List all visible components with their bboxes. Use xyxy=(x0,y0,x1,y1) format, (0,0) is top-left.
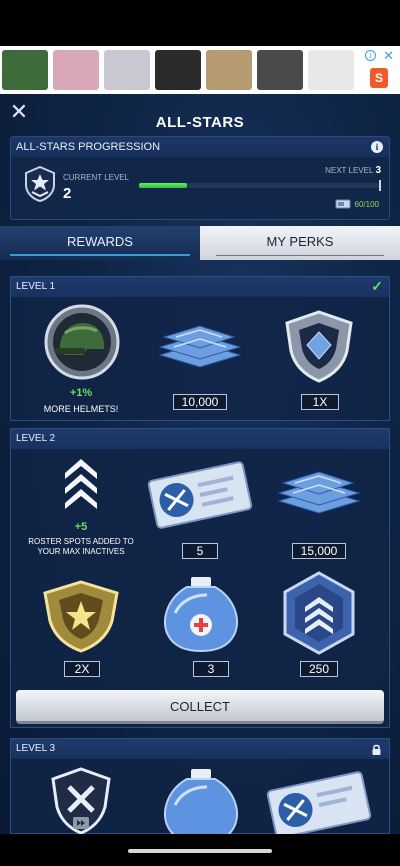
xp-ticket-icon xyxy=(335,199,351,209)
tab-rewards[interactable]: REWARDS xyxy=(0,226,200,260)
xp-counter: 60/100 xyxy=(335,199,379,209)
page-title: ALL-STARS xyxy=(155,114,245,131)
tab-bar: REWARDS MY PERKS xyxy=(0,226,400,260)
cash-stack-icon xyxy=(277,471,361,514)
reward-quantity: 15,000 xyxy=(292,543,346,559)
next-level-label: NEXT LEVEL xyxy=(325,166,374,175)
level-2-card: LEVEL 2 +5 ROSTER SPOTS ADDED TO YOUR MA… xyxy=(10,428,390,728)
ice-pack-icon xyxy=(164,577,238,653)
lock-icon xyxy=(372,744,381,755)
level-title: LEVEL 3 xyxy=(11,739,389,759)
reward-quantity: 10,000 xyxy=(173,394,227,410)
level-progress-bar xyxy=(139,180,381,191)
level-title: LEVEL 2 xyxy=(11,429,389,449)
rank-badge-icon xyxy=(283,571,355,655)
ad-product-thumb[interactable] xyxy=(2,50,48,90)
shop-logo-icon[interactable]: S xyxy=(370,68,388,88)
all-stars-badge-icon xyxy=(25,165,55,203)
reward-quantity: 250 xyxy=(300,661,338,677)
scout-shield-icon xyxy=(51,767,111,834)
progress-bar-end xyxy=(379,180,381,191)
rank-chevrons-icon xyxy=(65,459,97,509)
tab-my-perks[interactable]: MY PERKS xyxy=(200,226,400,260)
ad-banner[interactable]: i ✕ S xyxy=(0,46,400,94)
progression-panel: ALL-STARS PROGRESSION i CURRENT LEVEL 2 … xyxy=(10,136,390,220)
next-level-value: 3 xyxy=(375,165,381,176)
level-progress-fill xyxy=(139,183,187,188)
ice-pack-icon xyxy=(164,769,238,834)
next-level: NEXT LEVEL 3 xyxy=(325,165,381,176)
ticket-icon xyxy=(147,461,253,529)
level-title: LEVEL 1 xyxy=(11,277,389,297)
info-icon[interactable]: i xyxy=(371,141,383,153)
perk-value: +5 xyxy=(74,521,88,533)
reward-quantity: 3 xyxy=(193,661,229,677)
ad-product-thumb[interactable] xyxy=(155,50,201,90)
progression-title: ALL-STARS PROGRESSION xyxy=(11,137,389,157)
perk-value: +1% xyxy=(69,387,93,399)
silver-shield-icon xyxy=(285,310,353,383)
current-level-value: 2 xyxy=(63,185,72,202)
check-icon: ✓ xyxy=(371,278,383,294)
gold-shield-icon xyxy=(43,580,119,653)
xp-text: 60/100 xyxy=(354,199,379,209)
top-bar: ✕ ALL-STARS xyxy=(0,94,400,134)
home-gesture-handle[interactable] xyxy=(128,849,272,853)
ad-close-icon[interactable]: ✕ xyxy=(383,48,394,64)
ad-info-icon[interactable]: i xyxy=(365,50,376,61)
level-3-card: LEVEL 3 xyxy=(10,738,390,834)
ad-product-thumb[interactable] xyxy=(53,50,99,90)
navigation-bar xyxy=(0,834,400,866)
level-1-card: LEVEL 1 ✓ +1% MORE HELMETS! 10,000 1X xyxy=(10,276,390,421)
perk-description: MORE HELMETS! xyxy=(43,404,119,414)
ad-product-thumb[interactable] xyxy=(257,50,303,90)
ad-product-thumb[interactable] xyxy=(206,50,252,90)
ticket-icon xyxy=(266,771,372,834)
reward-quantity: 5 xyxy=(182,543,218,559)
reward-quantity: 2X xyxy=(64,661,100,677)
current-level-label: CURRENT LEVEL xyxy=(63,173,130,182)
status-bar xyxy=(0,0,400,46)
collect-button[interactable]: COLLECT xyxy=(16,690,384,724)
cash-stack-icon xyxy=(158,325,242,368)
reward-quantity: 1X xyxy=(301,394,339,410)
ad-product-thumb[interactable] xyxy=(308,50,354,90)
helmet-perk-icon xyxy=(44,304,120,380)
perk-description: ROSTER SPOTS ADDED TO YOUR MAX INACTIVES xyxy=(28,537,134,556)
ad-product-thumb[interactable] xyxy=(104,50,150,90)
